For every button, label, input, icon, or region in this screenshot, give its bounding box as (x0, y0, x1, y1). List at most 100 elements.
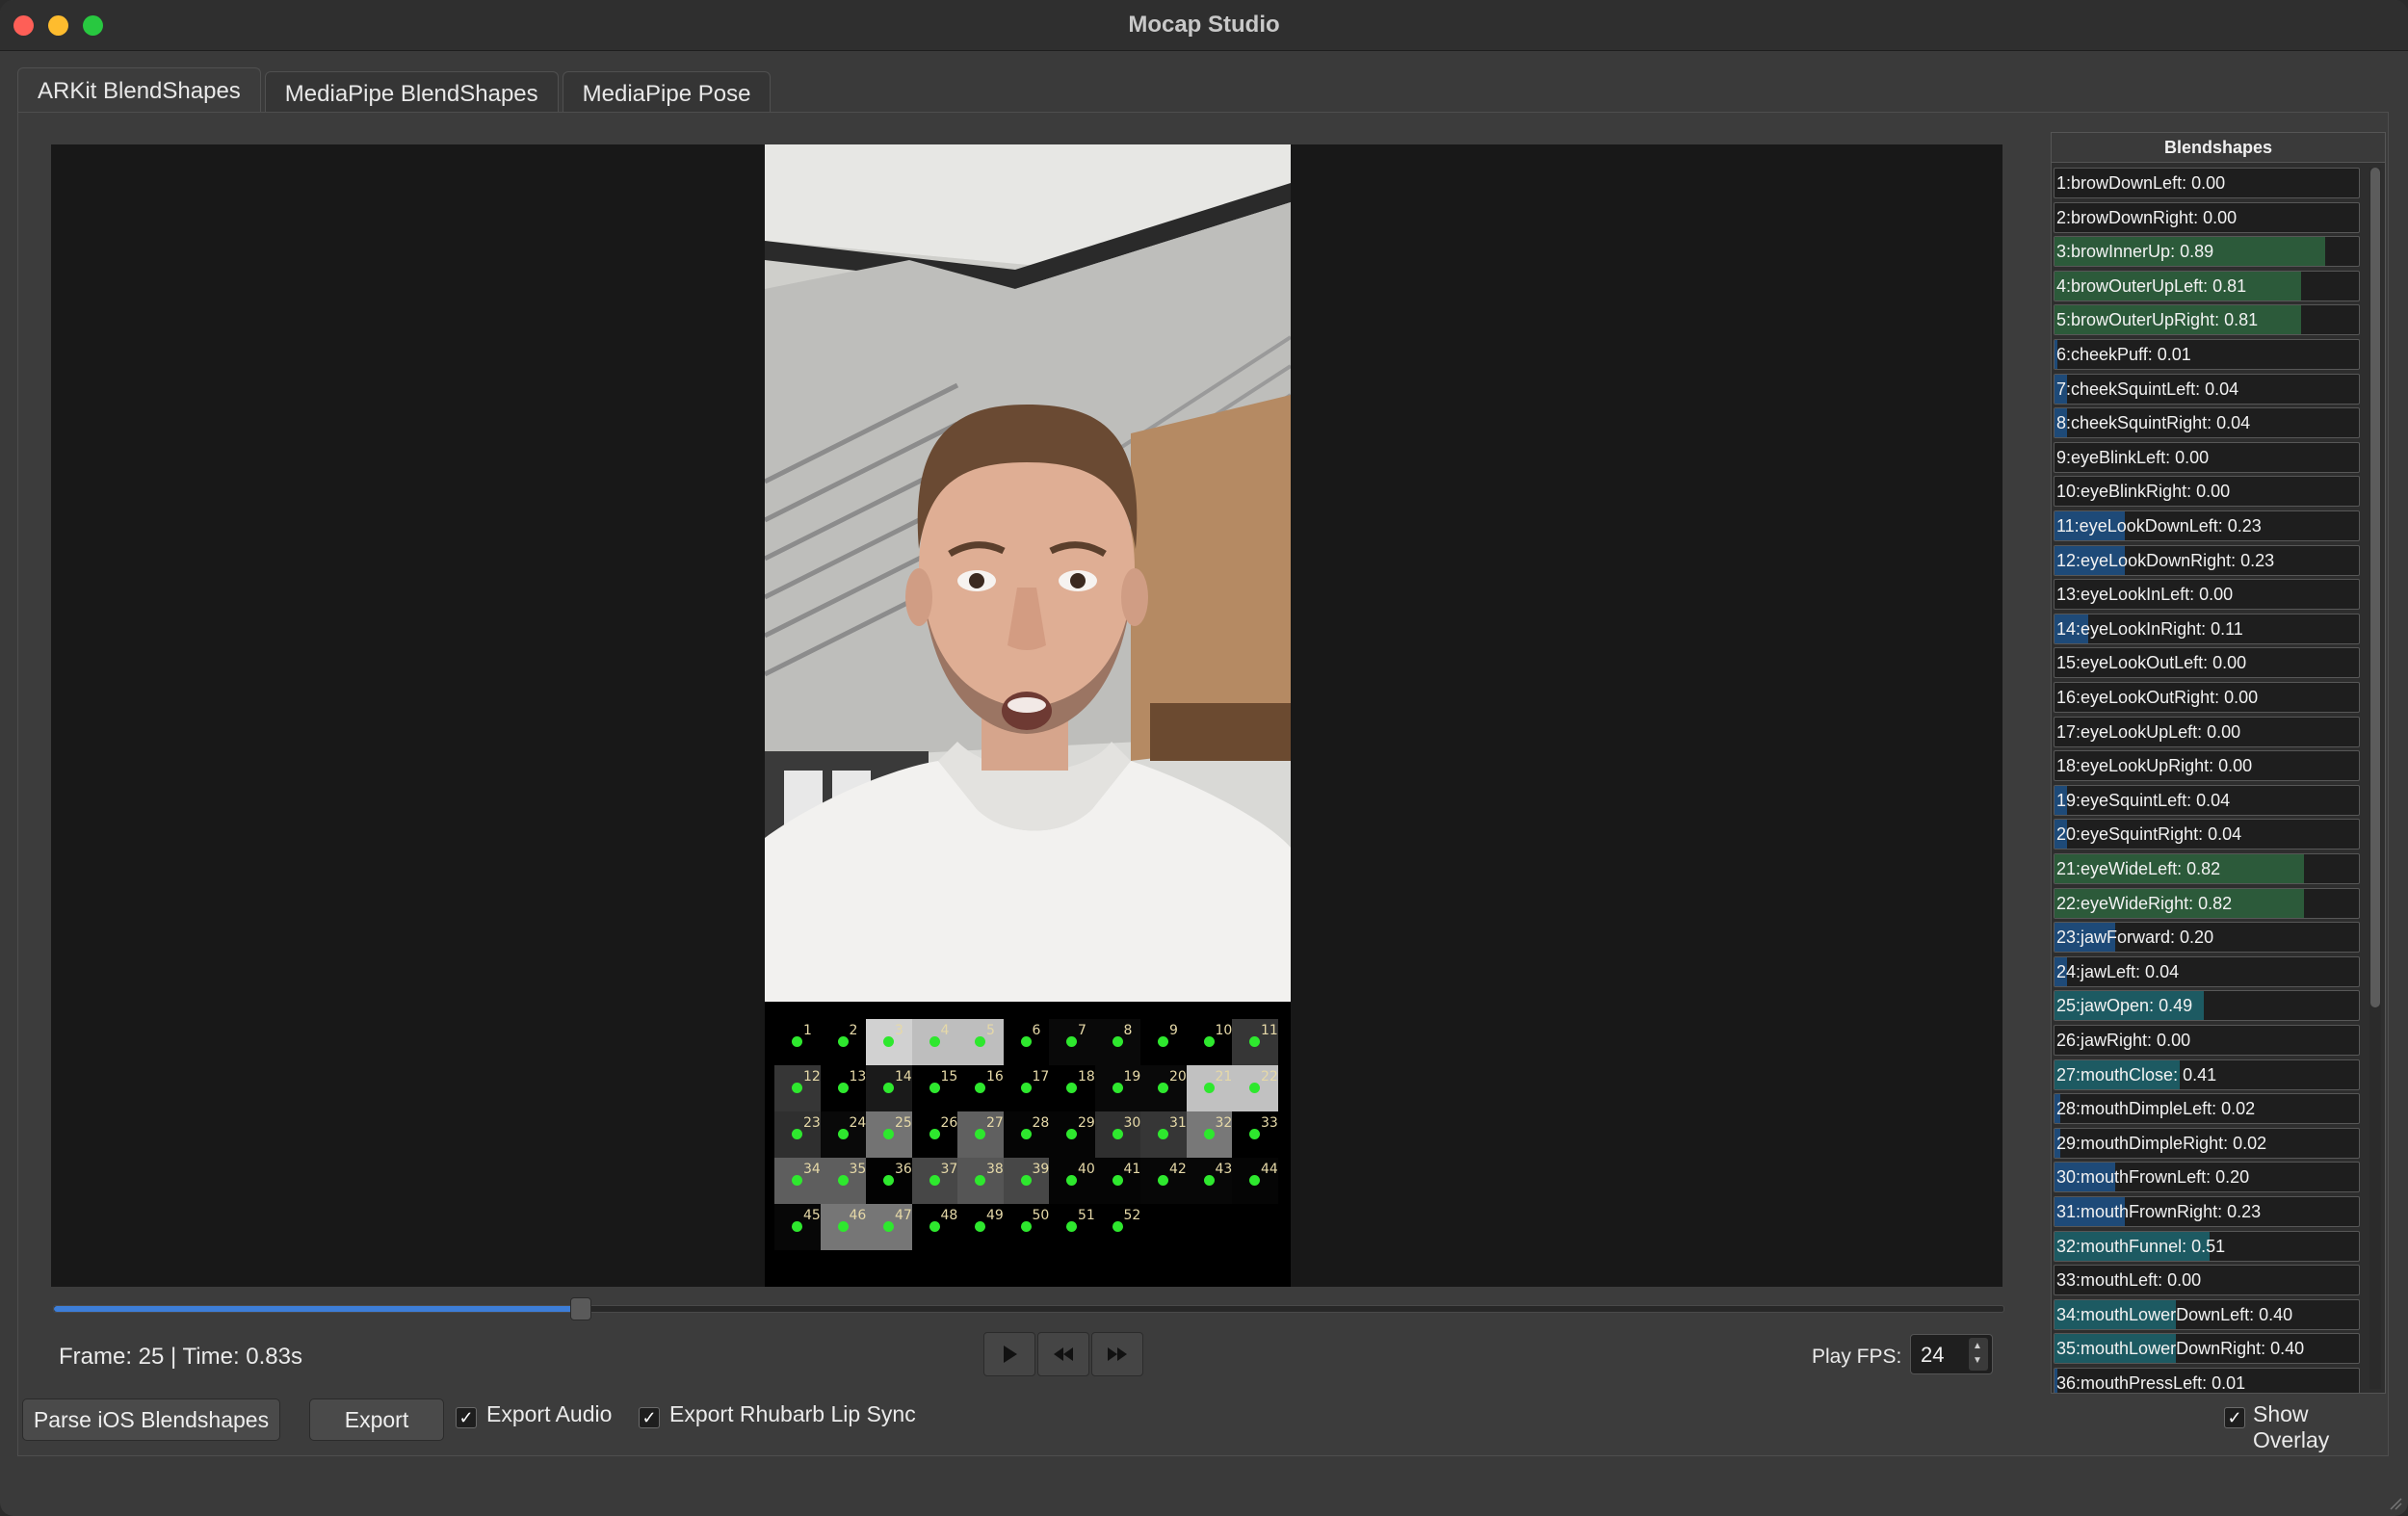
blendshape-label: 8:cheekSquintRight: 0.04 (2056, 413, 2250, 433)
blendshape-row: 17:eyeLookUpLeft: 0.00 (2054, 717, 2360, 747)
overlay-cell: 1 (774, 1019, 821, 1065)
overlay-cell: 8 (1095, 1019, 1141, 1065)
overlay-cell-number: 14 (895, 1069, 912, 1085)
timeline-slider[interactable] (53, 1305, 2004, 1313)
blendshape-row: 28:mouthDimpleLeft: 0.02 (2054, 1093, 2360, 1124)
overlay-cell-number: 51 (1078, 1208, 1095, 1223)
blendshape-label: 12:eyeLookDownRight: 0.23 (2056, 551, 2274, 571)
play-button[interactable] (983, 1332, 1035, 1376)
tab-mediapipe-blendshapes[interactable]: MediaPipe BlendShapes (265, 71, 559, 115)
overlay-cell: 35 (821, 1158, 867, 1204)
overlay-cell: 13 (821, 1065, 867, 1111)
blendshape-label: 3:browInnerUp: 0.89 (2056, 242, 2213, 262)
overlay-point (883, 1083, 894, 1093)
blendshape-row: 32:mouthFunnel: 0.51 (2054, 1231, 2360, 1262)
blendshape-label: 19:eyeSquintLeft: 0.04 (2056, 791, 2230, 811)
parse-ios-blendshapes-button[interactable]: Parse iOS Blendshapes (22, 1398, 280, 1441)
overlay-cell: 46 (821, 1204, 867, 1250)
overlay-cell: 18 (1049, 1065, 1095, 1111)
export-audio-label: Export Audio (486, 1401, 612, 1427)
blendshape-row: 8:cheekSquintRight: 0.04 (2054, 407, 2360, 438)
blendshape-row: 21:eyeWideLeft: 0.82 (2054, 853, 2360, 884)
blendshape-label: 13:eyeLookInLeft: 0.00 (2056, 585, 2233, 605)
overlay-point (1112, 1036, 1123, 1047)
overlay-point (975, 1083, 985, 1093)
overlay-cell: 19 (1095, 1065, 1141, 1111)
tab-mediapipe-pose[interactable]: MediaPipe Pose (563, 71, 772, 115)
blendshape-row: 6:cheekPuff: 0.01 (2054, 339, 2360, 370)
export-rhubarb-label: Export Rhubarb Lip Sync (669, 1401, 916, 1427)
overlay-point (1112, 1129, 1123, 1139)
overlay-point (1249, 1083, 1260, 1093)
timeline-handle[interactable] (570, 1297, 591, 1320)
blendshape-label: 28:mouthDimpleLeft: 0.02 (2056, 1099, 2255, 1119)
blendshape-row: 19:eyeSquintLeft: 0.04 (2054, 785, 2360, 816)
overlay-point (1204, 1175, 1215, 1186)
fast-forward-button[interactable] (1091, 1332, 1143, 1376)
blendshape-label: 4:browOuterUpLeft: 0.81 (2056, 276, 2246, 297)
scrollbar-thumb[interactable] (2370, 168, 2380, 1007)
overlay-cell-number: 3 (895, 1023, 903, 1038)
fps-stepper[interactable]: ▲ ▼ (1969, 1338, 1988, 1371)
chevron-down-icon[interactable]: ▼ (1973, 1355, 1982, 1366)
overlay-point (929, 1221, 940, 1232)
overlay-cell-number: 18 (1078, 1069, 1095, 1085)
overlay-cell: 9 (1140, 1019, 1187, 1065)
blendshape-label: 25:jawOpen: 0.49 (2056, 996, 2192, 1016)
overlay-cell: 12 (774, 1065, 821, 1111)
overlay-point (1021, 1221, 1032, 1232)
blendshape-label: 26:jawRight: 0.00 (2056, 1031, 2190, 1051)
overlay-cell: 7 (1049, 1019, 1095, 1065)
blendshape-row: 3:browInnerUp: 0.89 (2054, 236, 2360, 267)
overlay-point (1158, 1175, 1168, 1186)
blendshape-row: 12:eyeLookDownRight: 0.23 (2054, 545, 2360, 576)
blendshape-label: 21:eyeWideLeft: 0.82 (2056, 859, 2220, 879)
overlay-point (792, 1129, 802, 1139)
tab-arkit-blendshapes[interactable]: ARKit BlendShapes (17, 67, 261, 115)
resize-grip-icon[interactable] (2387, 1495, 2402, 1510)
chevron-up-icon[interactable]: ▲ (1973, 1341, 1982, 1351)
blendshape-row: 23:jawForward: 0.20 (2054, 922, 2360, 953)
overlay-point (883, 1036, 894, 1047)
overlay-cell-number: 6 (1033, 1023, 1041, 1038)
overlay-point (1066, 1129, 1077, 1139)
overlay-cell: 17 (1004, 1065, 1050, 1111)
overlay-cell-number: 12 (803, 1069, 821, 1085)
overlay-cell-number: 25 (895, 1115, 912, 1131)
timeline-progress (54, 1306, 580, 1312)
overlay-cell: 4 (912, 1019, 958, 1065)
overlay-cell-number: 41 (1124, 1162, 1141, 1177)
overlay-cell-number: 1 (803, 1023, 812, 1038)
overlay-cell-number: 29 (1078, 1115, 1095, 1131)
play-fps-spinbox[interactable]: 24 ▲ ▼ (1910, 1334, 1993, 1374)
blendshapes-scrollbar[interactable] (2369, 168, 2381, 1389)
overlay-cell-number: 47 (895, 1208, 912, 1223)
overlay-point (838, 1036, 849, 1047)
rewind-button[interactable] (1037, 1332, 1089, 1376)
overlay-cell-number: 45 (803, 1208, 821, 1223)
overlay-point (1204, 1129, 1215, 1139)
overlay-point (1204, 1036, 1215, 1047)
export-audio-checkbox[interactable]: ✓ (456, 1407, 477, 1428)
overlay-cell: 10 (1187, 1019, 1233, 1065)
overlay-cell: 23 (774, 1111, 821, 1158)
video-frame-image (765, 144, 1291, 1002)
blendshape-label: 29:mouthDimpleRight: 0.02 (2056, 1134, 2266, 1154)
overlay-point (975, 1221, 985, 1232)
blendshape-row: 2:browDownRight: 0.00 (2054, 202, 2360, 233)
overlay-cell-number: 49 (986, 1208, 1004, 1223)
show-overlay-checkbox[interactable]: ✓ (2224, 1407, 2245, 1428)
export-button[interactable]: Export (309, 1398, 444, 1441)
blendshape-label: 31:mouthFrownRight: 0.23 (2056, 1202, 2261, 1222)
export-rhubarb-checkbox[interactable]: ✓ (639, 1407, 660, 1428)
overlay-cell-number: 50 (1033, 1208, 1050, 1223)
overlay-cell: 26 (912, 1111, 958, 1158)
blendshape-label: 6:cheekPuff: 0.01 (2056, 345, 2191, 365)
overlay-cell-number: 32 (1216, 1115, 1233, 1131)
overlay-cell: 11 (1232, 1019, 1278, 1065)
blendshape-label: 23:jawForward: 0.20 (2056, 928, 2213, 948)
blendshape-row: 20:eyeSquintRight: 0.04 (2054, 819, 2360, 849)
overlay-cell: 48 (912, 1204, 958, 1250)
overlay-point (1066, 1175, 1077, 1186)
overlay-point (1158, 1036, 1168, 1047)
